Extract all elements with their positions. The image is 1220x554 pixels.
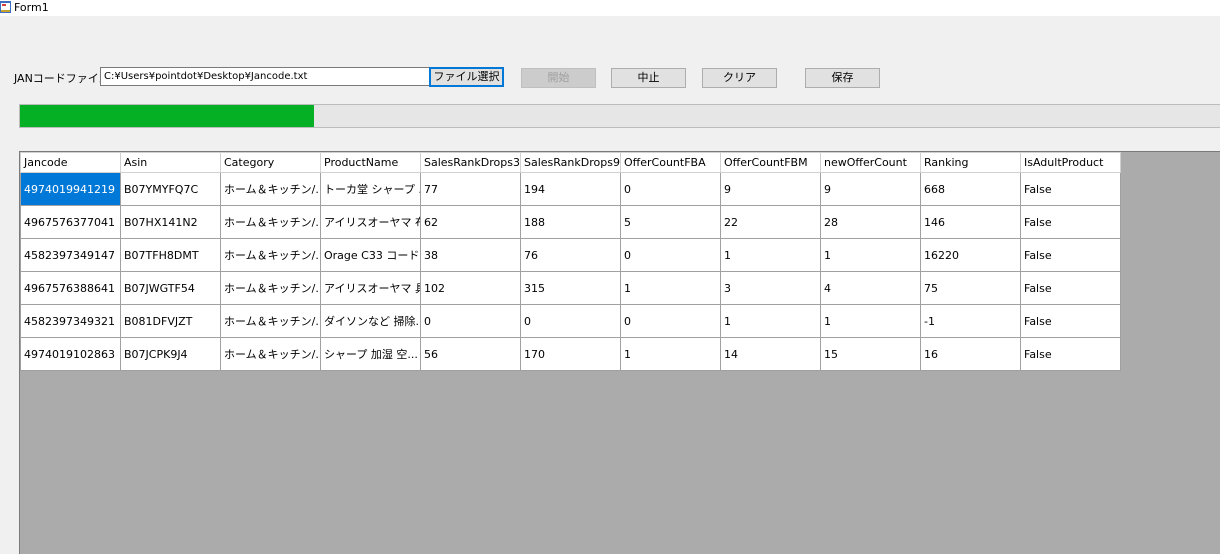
table-cell-offercountfba[interactable]: 1 xyxy=(620,271,721,305)
table-cell-category[interactable]: ホーム＆キッチン/... xyxy=(220,337,321,371)
table-cell-salesrankdrops30[interactable]: 102 xyxy=(420,271,521,305)
table-cell-category[interactable]: ホーム＆キッチン/... xyxy=(220,304,321,338)
table-cell-isadultproduct[interactable]: False xyxy=(1020,238,1121,272)
jan-file-label: JANコードファイル xyxy=(14,72,110,85)
window-title: Form1 xyxy=(14,1,49,14)
table-cell-newoffercount[interactable]: 1 xyxy=(820,304,921,338)
data-table: Jancode Asin Category ProductName SalesRankD… xyxy=(20,152,1121,371)
form-app-icon xyxy=(0,1,11,13)
table-cell-isadultproduct[interactable]: False xyxy=(1020,205,1121,239)
table-cell-offercountfba[interactable]: 0 xyxy=(620,304,721,338)
table-cell-offercountfba[interactable]: 0 xyxy=(620,238,721,272)
table-cell-salesrankdrops90[interactable]: 188 xyxy=(520,205,621,239)
table-cell-category[interactable]: ホーム＆キッチン/... xyxy=(220,205,321,239)
table-cell-category[interactable]: ホーム＆キッチン/... xyxy=(220,238,321,272)
table-cell-ranking[interactable]: 16 xyxy=(920,337,1021,371)
table-cell-asin[interactable]: B081DFVJZT xyxy=(120,304,221,338)
clear-button[interactable]: クリア xyxy=(702,68,777,88)
table-cell-offercountfba[interactable]: 0 xyxy=(620,172,721,206)
table-cell-productname[interactable]: アイリスオーヤマ 布... xyxy=(320,205,421,239)
table-cell-offercountfbm[interactable]: 1 xyxy=(720,238,821,272)
column-header-salesrankdrops90[interactable]: SalesRankDrops90 xyxy=(520,152,621,173)
table-cell-ranking[interactable]: 668 xyxy=(920,172,1021,206)
table-cell-jancode[interactable]: 4974019102863 xyxy=(20,337,121,371)
table-cell-offercountfbm[interactable]: 1 xyxy=(720,304,821,338)
column-header-asin[interactable]: Asin xyxy=(120,152,221,173)
column-header-isadultproduct[interactable]: IsAdultProduct xyxy=(1020,152,1121,173)
table-cell-isadultproduct[interactable]: False xyxy=(1020,172,1121,206)
table-cell-offercountfba[interactable]: 1 xyxy=(620,337,721,371)
column-header-salesrankdrops30[interactable]: SalesRankDrops30 xyxy=(420,152,521,173)
table-row[interactable]: 4582397349321 B081DFVJZT ホーム＆キッチン/... ダイソンな… xyxy=(20,304,1121,338)
table-cell-newoffercount[interactable]: 28 xyxy=(820,205,921,239)
table-cell-salesrankdrops90[interactable]: 76 xyxy=(520,238,621,272)
data-grid[interactable]: Jancode Asin Category ProductName SalesRankD… xyxy=(19,151,1220,554)
table-row[interactable]: 4974019102863 B07JCPK9J4 ホーム＆キッチン/... シャープ … xyxy=(20,337,1121,371)
table-cell-jancode[interactable]: 4967576388641 xyxy=(20,271,121,305)
table-cell-productname[interactable]: ダイソンなど 掃除... xyxy=(320,304,421,338)
select-file-button[interactable]: ファイル選択 xyxy=(429,67,504,87)
table-cell-ranking[interactable]: 146 xyxy=(920,205,1021,239)
table-row[interactable]: 4974019941219 B07YMYFQ7C ホーム＆キッチン/... トーカ堂 … xyxy=(20,172,1121,206)
table-cell-asin[interactable]: B07YMYFQ7C xyxy=(120,172,221,206)
save-button[interactable]: 保存 xyxy=(805,68,880,88)
header-row: Jancode Asin Category ProductName SalesRankD… xyxy=(20,152,1121,173)
jan-file-path-input[interactable] xyxy=(100,67,434,86)
table-cell-asin[interactable]: B07JWGTF54 xyxy=(120,271,221,305)
table-row[interactable]: 4582397349147 B07TFH8DMT ホーム＆キッチン/... Orage… xyxy=(20,238,1121,272)
table-cell-isadultproduct[interactable]: False xyxy=(1020,337,1121,371)
stop-button[interactable]: 中止 xyxy=(611,68,686,88)
progress-bar xyxy=(19,104,1220,128)
table-cell-productname[interactable]: アイリスオーヤマ 具... xyxy=(320,271,421,305)
table-cell-salesrankdrops30[interactable]: 62 xyxy=(420,205,521,239)
table-cell-offercountfbm[interactable]: 22 xyxy=(720,205,821,239)
table-cell-jancode[interactable]: 4582397349147 xyxy=(20,238,121,272)
table-cell-salesrankdrops30[interactable]: 38 xyxy=(420,238,521,272)
table-cell-category[interactable]: ホーム＆キッチン/... xyxy=(220,172,321,206)
start-button[interactable]: 開始 xyxy=(521,68,596,88)
table-cell-offercountfbm[interactable]: 9 xyxy=(720,172,821,206)
table-cell-jancode[interactable]: 4974019941219 xyxy=(20,172,121,206)
table-cell-newoffercount[interactable]: 15 xyxy=(820,337,921,371)
table-cell-newoffercount[interactable]: 4 xyxy=(820,271,921,305)
table-cell-productname[interactable]: シャープ 加湿 空... xyxy=(320,337,421,371)
table-cell-salesrankdrops30[interactable]: 56 xyxy=(420,337,521,371)
column-header-newoffercount[interactable]: newOfferCount xyxy=(820,152,921,173)
table-cell-newoffercount[interactable]: 9 xyxy=(820,172,921,206)
table-cell-ranking[interactable]: -1 xyxy=(920,304,1021,338)
table-cell-productname[interactable]: トーカ堂 シャープ ... xyxy=(320,172,421,206)
table-cell-offercountfbm[interactable]: 3 xyxy=(720,271,821,305)
table-cell-offercountfbm[interactable]: 14 xyxy=(720,337,821,371)
table-cell-salesrankdrops90[interactable]: 315 xyxy=(520,271,621,305)
column-header-productname[interactable]: ProductName xyxy=(320,152,421,173)
table-cell-asin[interactable]: B07HX141N2 xyxy=(120,205,221,239)
table-cell-productname[interactable]: Orage C33 コード... xyxy=(320,238,421,272)
table-cell-salesrankdrops90[interactable]: 170 xyxy=(520,337,621,371)
title-bar[interactable]: Form1 xyxy=(0,0,1220,16)
column-header-category[interactable]: Category xyxy=(220,152,321,173)
table-cell-salesrankdrops30[interactable]: 0 xyxy=(420,304,521,338)
column-header-jancode[interactable]: Jancode xyxy=(20,152,121,173)
table-cell-salesrankdrops90[interactable]: 0 xyxy=(520,304,621,338)
table-cell-jancode[interactable]: 4967576377041 xyxy=(20,205,121,239)
table-cell-ranking[interactable]: 16220 xyxy=(920,238,1021,272)
progress-bar-fill xyxy=(20,105,315,127)
column-header-offercountfba[interactable]: OfferCountFBA xyxy=(620,152,721,173)
table-cell-salesrankdrops90[interactable]: 194 xyxy=(520,172,621,206)
table-cell-offercountfba[interactable]: 5 xyxy=(620,205,721,239)
table-cell-ranking[interactable]: 75 xyxy=(920,271,1021,305)
application-window: Form1 JANコードファイル ファイル選択 開始 中止 クリア 保存 Jan… xyxy=(0,0,1220,554)
column-header-offercountfbm[interactable]: OfferCountFBM xyxy=(720,152,821,173)
column-header-ranking[interactable]: Ranking xyxy=(920,152,1021,173)
table-cell-newoffercount[interactable]: 1 xyxy=(820,238,921,272)
table-cell-salesrankdrops30[interactable]: 77 xyxy=(420,172,521,206)
table-cell-category[interactable]: ホーム＆キッチン/... xyxy=(220,271,321,305)
table-cell-jancode[interactable]: 4582397349321 xyxy=(20,304,121,338)
table-cell-asin[interactable]: B07TFH8DMT xyxy=(120,238,221,272)
table-row[interactable]: 4967576377041 B07HX141N2 ホーム＆キッチン/... アイリスオ… xyxy=(20,205,1121,239)
table-cell-isadultproduct[interactable]: False xyxy=(1020,304,1121,338)
table-cell-isadultproduct[interactable]: False xyxy=(1020,271,1121,305)
table-row[interactable]: 4967576388641 B07JWGTF54 ホーム＆キッチン/... アイリスオ… xyxy=(20,271,1121,305)
table-cell-asin[interactable]: B07JCPK9J4 xyxy=(120,337,221,371)
